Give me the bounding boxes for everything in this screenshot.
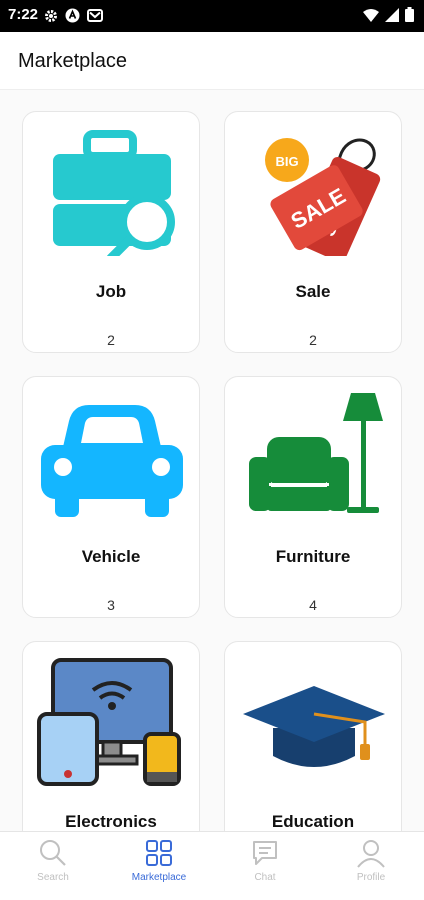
car-icon xyxy=(41,405,183,517)
category-title: Education xyxy=(271,812,355,831)
bottom-nav: Search Marketplace Chat Profile xyxy=(0,831,424,888)
category-card-vehicle[interactable]: Vehicle 3 xyxy=(22,376,200,618)
category-title: Electronics xyxy=(65,812,157,831)
profile-icon xyxy=(357,840,385,868)
search-icon xyxy=(40,840,66,866)
grid-icon xyxy=(146,840,172,866)
status-icons-right xyxy=(363,7,414,22)
status-bar: 7:22 xyxy=(0,0,424,32)
chat-icon xyxy=(253,841,277,865)
category-count: 2 xyxy=(309,332,317,348)
armchair-lamp-icon xyxy=(249,393,383,513)
category-card-furniture[interactable]: Furniture 4 xyxy=(224,376,402,618)
category-card-electronics[interactable]: Electronics xyxy=(22,641,200,831)
signal-icon xyxy=(385,7,399,22)
category-title: Sale xyxy=(295,282,331,301)
category-card-sale[interactable]: SALE SALE BIG Sale 2 xyxy=(224,111,402,353)
category-title: Vehicle xyxy=(81,547,141,566)
category-card-job[interactable]: Job 2 xyxy=(22,111,200,353)
category-count: 4 xyxy=(309,597,317,613)
category-card-education[interactable]: Education xyxy=(224,641,402,831)
nav-label: Marketplace xyxy=(131,872,187,883)
nav-item-profile[interactable]: Profile xyxy=(318,832,424,889)
nav-item-chat[interactable]: Chat xyxy=(212,832,318,889)
nav-item-search[interactable]: Search xyxy=(0,832,106,889)
category-title: Job xyxy=(95,282,127,301)
battery-icon xyxy=(405,7,414,22)
category-grid[interactable]: Job 2 SALE SALE BIG Sale 2 xyxy=(0,90,424,831)
nav-label: Chat xyxy=(254,872,276,883)
android-icon xyxy=(65,8,80,23)
gear-icon xyxy=(45,9,57,22)
page-title: Marketplace xyxy=(18,50,127,72)
mail-icon xyxy=(87,9,103,22)
sale-tag-icon: SALE SALE BIG xyxy=(265,138,381,256)
category-title: Furniture xyxy=(275,547,351,566)
tag-big-text: BIG xyxy=(275,154,298,169)
devices-icon xyxy=(37,658,181,786)
status-icons-left xyxy=(44,8,103,23)
app-bar: Marketplace xyxy=(0,32,424,90)
category-count: 3 xyxy=(107,597,115,613)
wifi-icon xyxy=(363,8,379,22)
status-time: 7:22 xyxy=(8,6,39,23)
graduation-cap-icon xyxy=(243,686,385,767)
nav-label: Profile xyxy=(356,872,386,883)
category-count: 2 xyxy=(107,332,115,348)
nav-label: Search xyxy=(37,872,69,883)
gesture-bar xyxy=(0,888,424,900)
nav-item-marketplace[interactable]: Marketplace xyxy=(106,832,212,889)
briefcase-search-icon xyxy=(53,130,175,256)
